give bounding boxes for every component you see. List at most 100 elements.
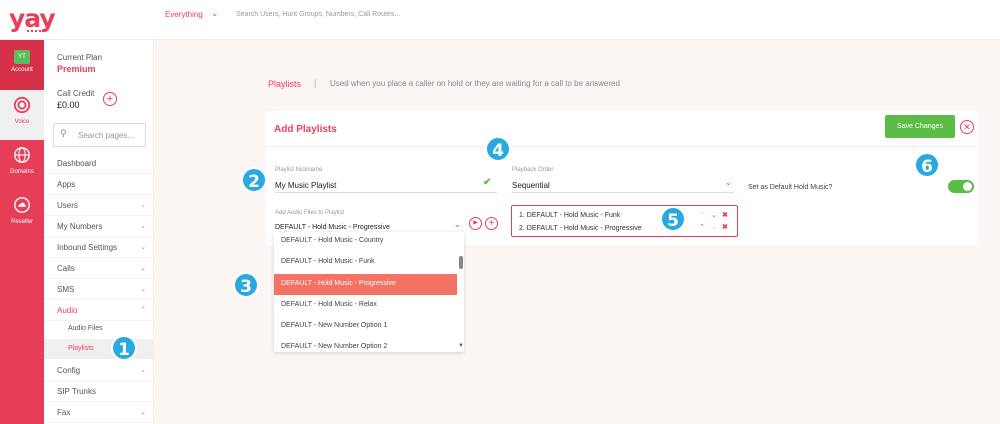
card-title: Add Playlists bbox=[274, 124, 337, 135]
page-description: Used when you place a caller on hold or … bbox=[330, 79, 620, 88]
divider bbox=[266, 146, 978, 147]
divider bbox=[275, 192, 497, 193]
nav-calls[interactable]: Calls ⌄ bbox=[44, 258, 154, 279]
nav-label: Audio bbox=[57, 306, 78, 315]
list-item: 2. DEFAULT - Hold Music - Progressive bbox=[519, 225, 642, 232]
app-rail: YT Account Voice Domains Reseller bbox=[0, 40, 44, 424]
chevron-down-icon[interactable]: ⌄ bbox=[725, 178, 732, 187]
nav-apps[interactable]: Apps bbox=[44, 174, 154, 195]
chevron-down-icon: ⌄ bbox=[140, 409, 146, 416]
chevron-down-icon: ⌄ bbox=[140, 244, 146, 251]
nav-audio-files[interactable]: Audio Files bbox=[44, 319, 154, 339]
rail-voice[interactable]: Voice bbox=[0, 90, 44, 140]
toggle-knob bbox=[963, 182, 972, 191]
audio-file-dropdown: DEFAULT - Hold Music - Country DEFAULT -… bbox=[274, 232, 464, 352]
nav-label: SIP Trunks bbox=[57, 387, 96, 396]
dropdown-option-selected[interactable]: DEFAULT - Hold Music - Progressive bbox=[274, 274, 457, 295]
check-icon: ✔ bbox=[483, 177, 492, 188]
title-separator: | bbox=[314, 78, 317, 88]
nav-label: Dashboard bbox=[57, 159, 97, 168]
page-search-input[interactable]: Search pages... bbox=[53, 123, 146, 147]
scrollbar-thumb[interactable] bbox=[459, 256, 463, 269]
rail-account[interactable]: YT Account bbox=[0, 40, 44, 90]
plan-value: Premium bbox=[57, 64, 96, 74]
rail-account-label: Account bbox=[11, 67, 33, 73]
chevron-up-icon: ⌃ bbox=[140, 307, 146, 314]
callout-badge: 6 bbox=[914, 152, 940, 178]
avatar: YT bbox=[14, 50, 30, 64]
rail-domains[interactable]: Domains bbox=[0, 140, 44, 190]
nav-label: Audio Files bbox=[68, 325, 103, 332]
nav-label: Apps bbox=[57, 180, 76, 189]
page-title: Playlists bbox=[268, 79, 302, 89]
callout-badge: 2 bbox=[241, 167, 267, 193]
nav-label: Inbound Settings bbox=[57, 243, 118, 252]
nav-config[interactable]: Config ⌄ bbox=[44, 360, 154, 381]
nav-label: My Numbers bbox=[57, 222, 103, 231]
callout-badge: 3 bbox=[233, 272, 259, 298]
rail-domains-label: Domains bbox=[10, 169, 34, 175]
save-changes-button[interactable]: Save Changes bbox=[885, 115, 955, 138]
playlist-items: 1. DEFAULT - Hold Music - Funk ⌃ ⌄ ✖ 2. … bbox=[511, 205, 738, 237]
nav-label: SMS bbox=[57, 285, 75, 294]
nav-users[interactable]: Users ⌄ bbox=[44, 195, 154, 216]
callout-badge: 4 bbox=[485, 136, 511, 162]
remove-icon[interactable]: ✖ bbox=[722, 223, 728, 231]
move-down-icon[interactable]: ⌄ bbox=[711, 211, 717, 219]
nav-label: Playlists bbox=[68, 345, 94, 352]
chevron-down-icon: ⌄ bbox=[140, 367, 146, 374]
nav-playlists[interactable]: Playlists bbox=[44, 339, 154, 359]
search-filter-select[interactable]: Everything bbox=[165, 10, 203, 19]
nav-sip-trunks[interactable]: SIP Trunks bbox=[44, 381, 154, 402]
nav-label: Config bbox=[57, 366, 81, 375]
callout-badge: 5 bbox=[660, 206, 686, 232]
chevron-down-icon: ⌄ bbox=[140, 286, 146, 293]
chevron-down-icon: ⌄ bbox=[140, 223, 146, 230]
move-down-icon[interactable]: ⌄ bbox=[711, 223, 717, 231]
nav-audio[interactable]: Audio ⌃ bbox=[44, 300, 154, 321]
playback-order-select[interactable]: Sequential bbox=[512, 181, 550, 190]
scroll-down-icon[interactable]: ▼ bbox=[458, 343, 464, 349]
nickname-input[interactable]: My Music Playlist bbox=[275, 181, 336, 190]
chevron-down-icon: ⌄ bbox=[140, 265, 146, 272]
nav-sms[interactable]: SMS ⌄ bbox=[44, 279, 154, 300]
play-audio-button[interactable]: ▶ bbox=[469, 217, 482, 230]
move-up-icon[interactable]: ⌃ bbox=[699, 211, 705, 219]
audio-file-select[interactable]: DEFAULT - Hold Music - Progressive bbox=[275, 224, 390, 231]
remove-icon[interactable]: ✖ bbox=[722, 211, 728, 219]
nav-my-numbers[interactable]: My Numbers ⌄ bbox=[44, 216, 154, 237]
dropdown-scrollbar[interactable]: ▼ bbox=[458, 232, 464, 352]
add-audio-button[interactable]: + bbox=[485, 217, 498, 230]
rail-voice-label: Voice bbox=[14, 119, 30, 125]
credit-value: £0.00 bbox=[57, 100, 80, 110]
nav-label: Users bbox=[57, 201, 78, 210]
close-icon[interactable]: ✕ bbox=[960, 120, 974, 134]
global-search-input[interactable]: Search Users, Hunt Groups, Numbers, Call… bbox=[236, 11, 400, 18]
nav-label: Fax bbox=[57, 408, 71, 417]
chevron-down-icon[interactable]: ⌄ bbox=[454, 220, 461, 229]
move-up-icon[interactable]: ⌃ bbox=[699, 223, 705, 231]
rail-reseller-label: Reseller bbox=[10, 219, 33, 225]
default-hold-music-label: Set as Default Hold Music? bbox=[748, 184, 833, 191]
chevron-down-icon[interactable]: ⌄ bbox=[211, 8, 219, 19]
plan-label: Current Plan bbox=[57, 53, 102, 62]
top-bar: yay Everything ⌄ Search Users, Hunt Grou… bbox=[0, 0, 1000, 40]
nav-dashboard[interactable]: Dashboard bbox=[44, 153, 154, 174]
nav-inbound-settings[interactable]: Inbound Settings ⌄ bbox=[44, 237, 154, 258]
logo-dots bbox=[27, 28, 45, 32]
dropdown-option[interactable]: DEFAULT - New Number Option 1 bbox=[274, 316, 457, 337]
dropdown-option[interactable]: DEFAULT - Hold Music - Funk bbox=[274, 252, 457, 273]
dropdown-option[interactable]: DEFAULT - New Number Option 2 bbox=[274, 337, 457, 352]
rail-reseller[interactable]: Reseller bbox=[0, 190, 44, 240]
voice-icon bbox=[13, 96, 31, 114]
default-hold-music-toggle[interactable] bbox=[948, 180, 974, 193]
cloud-icon bbox=[14, 197, 30, 213]
dropdown-option[interactable]: DEFAULT - Hold Music - Country bbox=[274, 232, 457, 252]
nav-fax[interactable]: Fax ⌄ bbox=[44, 402, 154, 423]
chevron-down-icon: ⌄ bbox=[140, 202, 146, 209]
add-playlist-card: Add Playlists Save Changes ✕ Playlist Ni… bbox=[266, 111, 978, 245]
audio-files-label: Add Audio Files to Playlist bbox=[275, 210, 345, 216]
add-credit-button[interactable]: + bbox=[103, 92, 117, 106]
dropdown-option[interactable]: DEFAULT - Hold Music - Relax bbox=[274, 295, 457, 316]
order-label: Playback Order bbox=[512, 167, 554, 173]
